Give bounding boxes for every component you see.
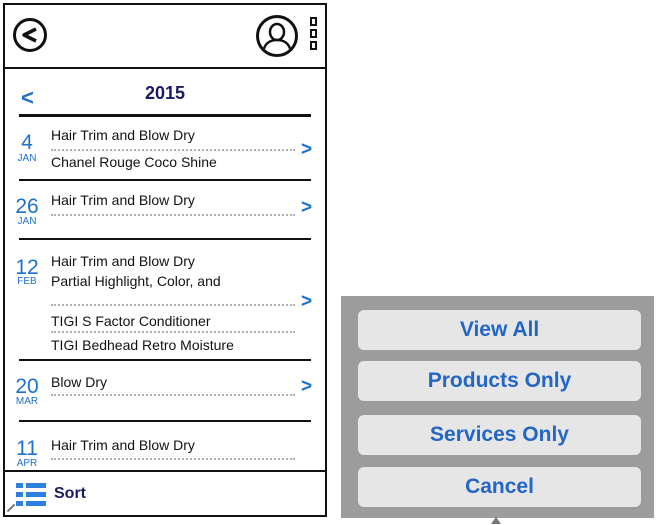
list-item[interactable]: 11 APR Hair Trim and Blow Dry: [5, 422, 325, 470]
chevron-left-circle-icon: [22, 27, 37, 43]
entry-product: TIGI S Factor Conditioner: [51, 313, 211, 329]
entry-month: JAN: [17, 153, 37, 164]
user-profile-icon: [261, 22, 293, 53]
entry-day: 26: [15, 195, 39, 218]
list-item[interactable]: 26 JAN Hair Trim and Blow Dry >: [5, 181, 325, 237]
year-title: 2015: [144, 83, 186, 103]
year-navigation: < 2015: [5, 69, 325, 117]
user-profile-button[interactable]: [256, 15, 298, 57]
vertical-menu-icon[interactable]: [310, 17, 320, 55]
cancel-button[interactable]: Cancel: [358, 467, 641, 507]
list-item[interactable]: 4 JAN Hair Trim and Blow Dry Chanel Roug…: [5, 117, 325, 179]
entry-day: 20: [15, 375, 39, 398]
products-only-button[interactable]: Products Only: [358, 361, 641, 401]
entry-month: APR: [16, 458, 38, 469]
entry-service: Hair Trim and Blow Dry: [51, 127, 195, 143]
list-sort-icon: [16, 483, 46, 506]
entry-detail-chevron[interactable]: >: [301, 376, 312, 398]
entry-month: MAR: [15, 396, 39, 407]
entry-month: FEB: [17, 276, 37, 287]
sort-button-label: Sort: [54, 485, 86, 502]
popover-arrow-icon: [491, 517, 501, 524]
back-button[interactable]: [13, 18, 47, 52]
sort-bar[interactable]: Sort: [5, 470, 325, 517]
dotted-divider: [51, 304, 295, 306]
entry-service: Hair Trim and Blow Dry: [51, 437, 195, 453]
phone-frame: < 2015 4 JAN Hair Trim and Blow Dry Chan…: [3, 3, 327, 517]
entry-day: 4: [21, 131, 33, 154]
top-bar: [5, 5, 325, 69]
dotted-divider: [51, 214, 295, 216]
entry-detail-chevron[interactable]: >: [301, 139, 312, 161]
services-only-button[interactable]: Services Only: [358, 415, 641, 455]
dotted-divider: [51, 394, 295, 396]
entry-product: Chanel Rouge Coco Shine: [51, 154, 217, 170]
list-item[interactable]: 20 MAR Blow Dry >: [5, 361, 325, 418]
filter-action-sheet: View All Products Only Services Only Can…: [341, 296, 654, 518]
dotted-divider: [51, 458, 295, 460]
entry-month: JAN: [17, 216, 37, 227]
entry-service: Partial Highlight, Color, and: [51, 273, 221, 289]
entry-detail-chevron[interactable]: >: [301, 291, 312, 313]
entry-service: Blow Dry: [51, 374, 108, 390]
entry-day: 11: [16, 437, 38, 460]
entry-day: 12: [15, 256, 39, 279]
view-all-button[interactable]: View All: [358, 310, 641, 350]
entry-service: Hair Trim and Blow Dry: [51, 253, 195, 269]
dotted-divider: [51, 149, 295, 151]
list-item[interactable]: 12 FEB Hair Trim and Blow Dry Partial Hi…: [5, 240, 325, 358]
dotted-divider: [51, 331, 295, 333]
entry-service: Hair Trim and Blow Dry: [51, 192, 195, 208]
entry-product: TIGI Bedhead Retro Moisture: [51, 337, 234, 353]
entry-detail-chevron[interactable]: >: [301, 197, 312, 219]
